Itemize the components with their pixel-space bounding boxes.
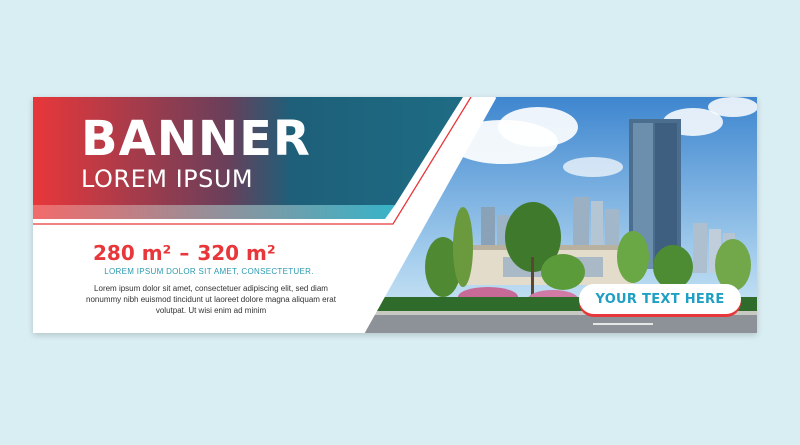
body-text: Lorem ipsum dolor sit amet, consectetuer…	[86, 284, 336, 315]
area-min: 280 m²	[93, 241, 172, 265]
banner: BANNER LOREM IPSUM 280 m² –320 m² LOREM I…	[33, 97, 757, 333]
area-max: 320 m²	[197, 241, 276, 265]
cta-button[interactable]: YOUR TEXT HERE	[579, 284, 741, 314]
tagline: LOREM IPSUM DOLOR SIT AMET, CONSECTETUER…	[104, 267, 314, 276]
area-range: 280 m² –320 m²	[93, 241, 323, 265]
banner-title: BANNER	[81, 111, 311, 167]
banner-subtitle: LOREM IPSUM	[81, 165, 254, 193]
area-separator: –	[179, 241, 190, 265]
